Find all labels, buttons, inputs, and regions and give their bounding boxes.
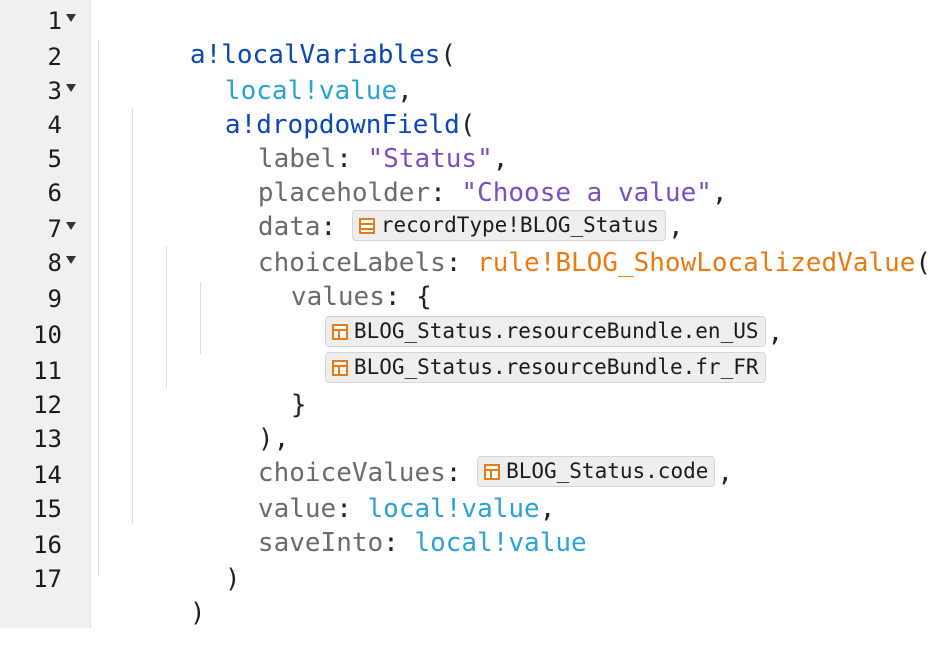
- line-number: 9: [47, 285, 62, 313]
- code-line-2[interactable]: 2 local!value,: [0, 40, 940, 106]
- fold-arrow-icon[interactable]: [66, 256, 76, 264]
- fold-arrow-icon[interactable]: [66, 84, 76, 92]
- line-number: 1: [47, 7, 62, 35]
- code-line-12[interactable]: 12 ),: [0, 388, 940, 454]
- code-line-7[interactable]: 7 choiceLabels: rule!BLOG_ShowLocalizedV…: [0, 212, 940, 278]
- line-number: 14: [33, 461, 62, 489]
- line-number: 8: [47, 249, 62, 277]
- fold-arrow-icon[interactable]: [66, 14, 76, 22]
- line-number: 10: [33, 321, 62, 349]
- line-number: 15: [33, 495, 62, 523]
- line-number: 17: [33, 565, 62, 593]
- code-line-3[interactable]: 3 a!dropdownField(: [0, 74, 940, 140]
- line-number: 5: [47, 145, 62, 173]
- code-editor[interactable]: 1 a!localVariables( 2 local!value, 3 a!d…: [0, 0, 940, 628]
- code-line-1[interactable]: 1 a!localVariables(: [0, 4, 940, 70]
- line-number: 12: [33, 391, 62, 419]
- punctuation: ): [189, 598, 206, 628]
- code-line-4[interactable]: 4 label: "Status",: [0, 108, 940, 174]
- code-line-16[interactable]: 16 ): [0, 528, 940, 594]
- code-line-6[interactable]: 6 data: recordType!BLOG_Status,: [0, 176, 940, 242]
- line-number: 6: [47, 179, 62, 207]
- line-number: 11: [33, 357, 62, 385]
- line-number: 3: [47, 77, 62, 105]
- line-number: 16: [33, 531, 62, 559]
- fold-arrow-icon[interactable]: [66, 222, 76, 230]
- code-line-8[interactable]: 8 values: {: [0, 246, 940, 312]
- line-number: 13: [33, 425, 62, 453]
- code-line-5[interactable]: 5 placeholder: "Choose a value",: [0, 142, 940, 208]
- code-line-9[interactable]: 9 BLOG_Status.resourceBundle.en_US,: [0, 282, 940, 348]
- line-number: 2: [47, 43, 62, 71]
- code-line-13[interactable]: 13 choiceValues: BLOG_Status.code,: [0, 422, 940, 488]
- code-line-15[interactable]: 15 saveInto: local!value: [0, 492, 940, 558]
- code-line-14[interactable]: 14 value: local!value,: [0, 458, 940, 524]
- code-line-10[interactable]: 10 BLOG_Status.resourceBundle.fr_FR: [0, 318, 940, 383]
- code-line-11[interactable]: 11 }: [0, 354, 940, 420]
- line-number: 7: [47, 215, 62, 243]
- line-number: 4: [47, 111, 62, 139]
- code-line-17[interactable]: 17 ): [0, 562, 940, 628]
